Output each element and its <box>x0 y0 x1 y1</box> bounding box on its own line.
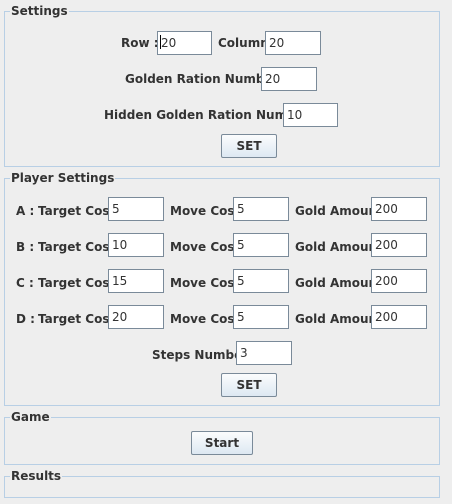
player-b-label: B : <box>16 240 35 254</box>
column-label: Column <box>218 36 269 50</box>
player-d-gold-amount-input[interactable] <box>371 305 427 329</box>
move-cost-label: Move Cost <box>170 204 241 218</box>
player-d-label: D : <box>16 312 35 326</box>
player-c-move-cost-input[interactable] <box>233 269 289 293</box>
golden-ratio-input[interactable] <box>261 67 317 91</box>
gold-amount-label: Gold Amount <box>295 204 383 218</box>
player-d-target-cost-input[interactable] <box>108 305 164 329</box>
target-cost-label: Target Cost <box>38 204 116 218</box>
target-cost-label: Target Cost <box>38 312 116 326</box>
start-button[interactable]: Start <box>191 431 253 455</box>
move-cost-label: Move Cost <box>170 276 241 290</box>
player-b-move-cost-input[interactable] <box>233 233 289 257</box>
results-panel: Results <box>4 469 440 498</box>
player-settings-title: Player Settings <box>10 171 116 185</box>
player-a-label: A : <box>16 204 35 218</box>
player-c-gold-amount-input[interactable] <box>371 269 427 293</box>
steps-number-label: Steps Number <box>152 348 249 362</box>
player-c-label: C : <box>16 276 34 290</box>
player-a-target-cost-input[interactable] <box>108 197 164 221</box>
player-a-gold-amount-input[interactable] <box>371 197 427 221</box>
gold-amount-label: Gold Amount <box>295 312 383 326</box>
game-title: Game <box>10 410 51 424</box>
gold-amount-label: Gold Amount <box>295 240 383 254</box>
target-cost-label: Target Cost <box>38 240 116 254</box>
text-caret <box>160 35 161 49</box>
move-cost-label: Move Cost <box>170 312 241 326</box>
player-d-move-cost-input[interactable] <box>233 305 289 329</box>
row-label: Row : <box>121 36 159 50</box>
steps-number-input[interactable] <box>236 341 292 365</box>
settings-title: Settings <box>10 4 69 18</box>
results-title: Results <box>10 469 63 483</box>
player-c-target-cost-input[interactable] <box>108 269 164 293</box>
player-b-gold-amount-input[interactable] <box>371 233 427 257</box>
target-cost-label: Target Cost <box>38 276 116 290</box>
move-cost-label: Move Cost <box>170 240 241 254</box>
hidden-golden-ratio-input[interactable] <box>283 103 338 127</box>
player-b-target-cost-input[interactable] <box>108 233 164 257</box>
column-input[interactable] <box>265 31 321 55</box>
player-settings-set-button[interactable]: SET <box>221 373 277 397</box>
gold-amount-label: Gold Amount <box>295 276 383 290</box>
settings-set-button[interactable]: SET <box>221 134 277 158</box>
player-a-move-cost-input[interactable] <box>233 197 289 221</box>
row-input[interactable] <box>157 31 212 55</box>
